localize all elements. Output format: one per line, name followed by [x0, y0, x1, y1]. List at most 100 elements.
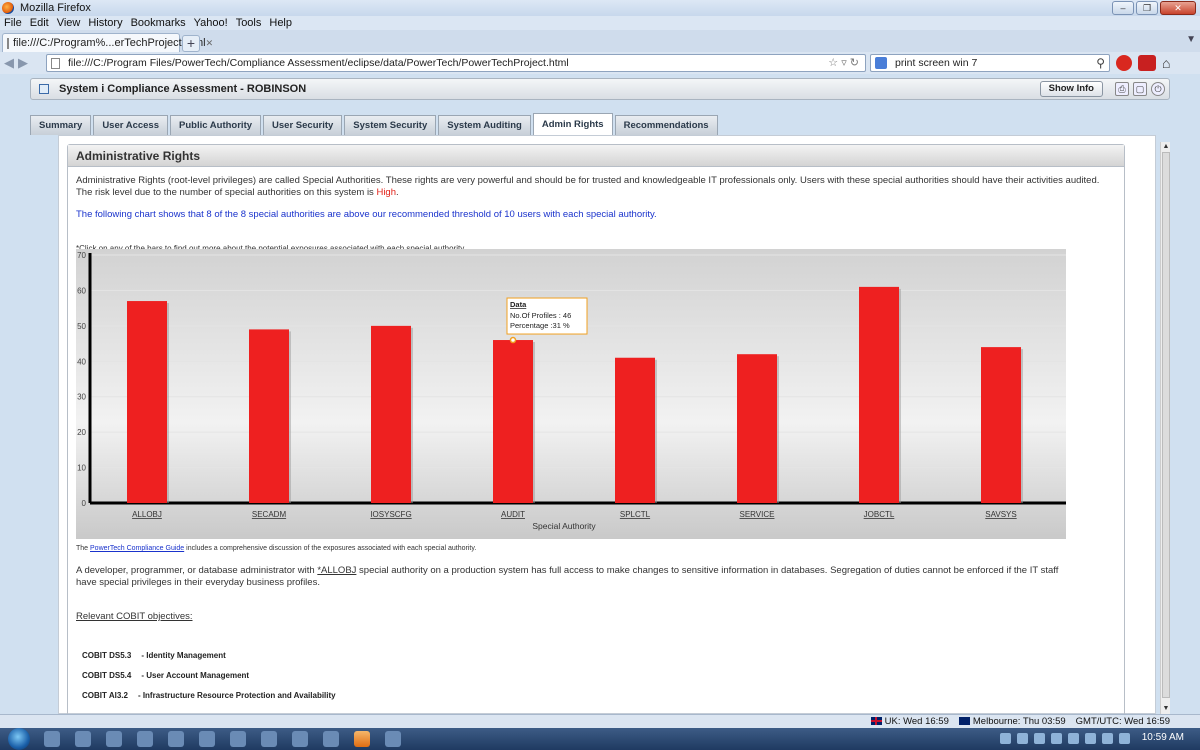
bar-service[interactable] [737, 354, 777, 503]
tab-user-access[interactable]: User Access [93, 115, 169, 135]
search-box[interactable]: print screen win 7 ⚲ [870, 54, 1110, 72]
x-tick-label[interactable]: IOSYSCFG [370, 510, 411, 519]
adblock-icon[interactable] [1116, 55, 1132, 71]
bar-iosyscfg[interactable] [371, 325, 411, 503]
app-icon[interactable] [137, 731, 153, 747]
app-icon[interactable] [292, 731, 308, 747]
menu-view[interactable]: View [57, 17, 81, 29]
app-icon[interactable] [230, 731, 246, 747]
tray-icon[interactable] [1068, 733, 1079, 744]
vertical-scrollbar[interactable]: ▲ ▼ [1160, 142, 1170, 714]
navigation-bar: ◀ ▶ file:///C:/Program Files/PowerTech/C… [0, 52, 1200, 74]
bar-secadm[interactable] [249, 329, 289, 503]
menu-bookmarks[interactable]: Bookmarks [131, 17, 186, 29]
start-button[interactable] [8, 728, 30, 750]
forward-arrow-icon[interactable]: ▶ [18, 55, 28, 71]
cobit-code: COBIT DS5.4 [82, 671, 132, 680]
app-icon[interactable] [168, 731, 184, 747]
x-tick-label[interactable]: SAVSYS [985, 510, 1016, 519]
menu-history[interactable]: History [88, 17, 122, 29]
tray-icon[interactable] [1119, 733, 1130, 744]
tray-icon[interactable] [1102, 733, 1113, 744]
allobj-link[interactable]: *ALLOBJ [317, 565, 356, 576]
x-tick-label[interactable]: SERVICE [740, 510, 775, 519]
tray-icon[interactable] [1085, 733, 1096, 744]
y-tick-label: 70 [77, 251, 86, 260]
bar-savsys[interactable] [981, 347, 1021, 503]
x-tick-label[interactable]: SECADM [252, 510, 287, 519]
dev-prefix: A developer, programmer, or database adm… [76, 565, 318, 576]
bar-splctl[interactable] [615, 357, 655, 503]
window-controls: – ❐ ✕ [1112, 1, 1196, 15]
minimize-button[interactable]: – [1112, 1, 1134, 15]
new-tab-button[interactable]: + [182, 35, 200, 52]
bar-audit[interactable] [493, 340, 533, 503]
tab-user-security[interactable]: User Security [263, 115, 343, 135]
tab-system-auditing[interactable]: System Auditing [438, 115, 531, 135]
au-flag-icon [958, 717, 970, 726]
cobit-item: COBIT DS5.3 - Identity Management [82, 651, 226, 660]
x-tick-label[interactable]: SPLCTL [620, 510, 651, 519]
menu-edit[interactable]: Edit [30, 17, 49, 29]
explorer-icon[interactable] [44, 731, 60, 747]
bar-jobctl[interactable] [859, 286, 899, 503]
bar-allobj[interactable] [127, 301, 167, 503]
x-tick-label[interactable]: ALLOBJ [132, 510, 162, 519]
cobit-heading: Relevant COBIT objectives: [76, 611, 193, 622]
status-bar: UK: Wed 16:59 Melbourne: Thu 03:59 GMT/U… [0, 714, 1200, 728]
tab-recommendations[interactable]: Recommendations [614, 115, 718, 135]
tray-icon[interactable] [1051, 733, 1062, 744]
menu-help[interactable]: Help [269, 17, 292, 29]
cmd-icon[interactable] [75, 731, 91, 747]
browser-tab-strip: file:///C:/Program%...erTechProject.html… [0, 30, 1200, 52]
x-tick-label[interactable]: AUDIT [501, 510, 525, 519]
tab-summary[interactable]: Summary [30, 115, 92, 135]
menu-file[interactable]: File [4, 17, 22, 29]
menu-tools[interactable]: Tools [236, 17, 262, 29]
firefox-logo-icon [2, 2, 14, 14]
address-bar[interactable]: file:///C:/Program Files/PowerTech/Compl… [46, 54, 866, 72]
app-icon[interactable] [106, 731, 122, 747]
search-engine-icon[interactable] [875, 57, 887, 69]
app-icon[interactable] [199, 731, 215, 747]
search-input[interactable]: print screen win 7 [895, 57, 977, 69]
addon-icon[interactable] [1138, 55, 1156, 71]
show-info-button[interactable]: Show Info [1039, 81, 1103, 97]
special-authorities-chart: 0 10 20 30 40 50 60 70 ALLOBJ SECADM IOSYSCFG AUDIT… [76, 249, 1066, 539]
tray-icon[interactable] [1034, 733, 1045, 744]
window-titlebar: Mozilla Firefox – ❐ ✕ [0, 0, 1200, 16]
bookmark-star-icon[interactable]: ☆ ▿ ↻ [828, 56, 859, 69]
ie-icon[interactable] [323, 731, 339, 747]
back-arrow-icon[interactable]: ◀ [4, 55, 14, 71]
tray-icon[interactable] [1000, 733, 1011, 744]
tab-system-security[interactable]: System Security [344, 115, 437, 135]
scroll-up-icon[interactable]: ▲ [1161, 142, 1171, 152]
window-icon[interactable]: ▢ [1133, 82, 1147, 96]
tab-public-authority[interactable]: Public Authority [170, 115, 262, 135]
close-button[interactable]: ✕ [1160, 1, 1196, 15]
app-icon[interactable] [385, 731, 401, 747]
search-icon[interactable]: ⚲ [1096, 56, 1105, 70]
menu-yahoo[interactable]: Yahoo! [194, 17, 228, 29]
scroll-down-icon[interactable]: ▼ [1161, 704, 1171, 714]
power-icon[interactable]: ⏻ [1151, 82, 1165, 96]
app-icon[interactable] [261, 731, 277, 747]
firefox-taskbar-icon[interactable] [354, 731, 370, 747]
browser-tab-title: file:///C:/Program%...erTechProject.html [13, 37, 206, 49]
browser-tab[interactable]: file:///C:/Program%...erTechProject.html… [2, 33, 213, 52]
home-icon[interactable]: ⌂ [1162, 55, 1180, 71]
tab-list-icon[interactable]: ▼ [1186, 34, 1196, 45]
print-icon[interactable]: ⎙ [1115, 82, 1129, 96]
x-tick-label[interactable]: JOBCTL [864, 510, 895, 519]
tray-icon[interactable] [1017, 733, 1028, 744]
tab-admin-rights[interactable]: Admin Rights [532, 113, 613, 135]
cobit-desc: - Identity Management [141, 651, 226, 660]
tooltip-line: No.Of Profiles : 46 [510, 311, 571, 320]
tab-close-icon[interactable]: ✕ [206, 38, 214, 49]
compliance-guide-link[interactable]: PowerTech Compliance Guide [90, 545, 184, 552]
uk-flag-icon [870, 717, 882, 726]
window-title: Mozilla Firefox [20, 2, 91, 14]
maximize-button[interactable]: ❐ [1136, 1, 1158, 15]
scrollbar-thumb[interactable] [1162, 152, 1170, 698]
cobit-item: COBIT AI3.2 - Infrastructure Resource Pro… [82, 691, 336, 700]
